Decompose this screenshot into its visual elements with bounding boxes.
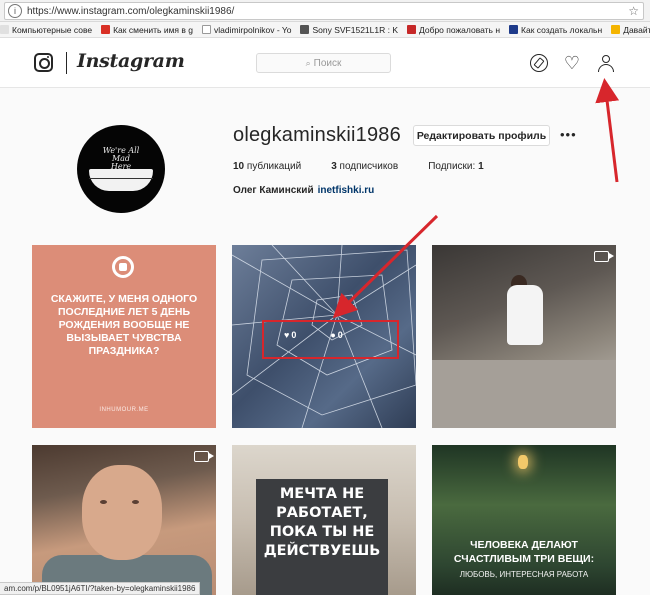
post-quote-text: ЧЕЛОВЕКА ДЕЛАЮТ СЧАСТЛИВЫМ ТРИ ВЕЩИ: [453,539,595,565]
search-input[interactable]: ⌕ Поиск [256,53,391,73]
person-head-shape [602,55,610,63]
post-quote-text: СКАЖИТЕ, У МЕНЯ ОДНОГО ПОСЛЕДНИЕ ЛЕТ 5 Д… [50,293,198,357]
quote-logo-icon [112,256,134,278]
profile-full-name: Олег Каминский inetfishki.ru [233,185,375,196]
posts-count-stat: 10 публикаций [233,161,302,172]
baby-face-shape [82,465,162,560]
bookmark-favicon-icon [407,25,416,34]
profile-username: olegkaminskii1986 [233,124,401,146]
following-stat[interactable]: Подписки: 1 [428,161,483,172]
person-body-shape [598,64,614,72]
post-tile[interactable]: МЕЧТА НЕ РАБОТАЕТ, ПОКА ТЫ НЕ ДЕЙСТВУЕШЬ [232,445,416,595]
bookmark-star-icon[interactable]: ☆ [628,4,639,18]
bookmark-favicon-icon [509,25,519,34]
more-options-icon[interactable]: ••• [560,127,577,142]
url-text[interactable]: https://www.instagram.com/olegkaminskii1… [27,6,628,17]
annotation-highlight-box [262,320,399,359]
post-tile[interactable]: ЧЕЛОВЕКА ДЕЛАЮТ СЧАСТЛИВЫМ ТРИ ВЕЩИ: ЛЮБ… [432,445,616,595]
bookmark-item[interactable]: Добро пожаловать н [407,25,500,35]
bookmark-item[interactable]: Как создать локальн [509,25,602,35]
bookmark-favicon-icon [611,25,621,34]
post-quote-text: МЕЧТА НЕ РАБОТАЕТ, ПОКА ТЫ НЕ ДЕЙСТВУЕШЬ [263,486,381,559]
bookmark-item[interactable]: vladimirpolnikov - Yo [201,25,291,35]
profile-stats: 10 публикаций 3 подписчиков Подписки: 1 [233,161,514,172]
search-icon: ⌕ [305,57,311,68]
instagram-camera-icon[interactable] [34,53,53,72]
activity-heart-icon[interactable]: ♡ [563,54,581,72]
browser-status-bar: am.com/p/BL0951jA6TI/?taken-by=olegkamin… [0,582,201,595]
bookmark-favicon-icon [300,25,310,34]
instagram-wordmark[interactable]: Instagram [77,50,185,72]
bookmark-item[interactable]: Как сменить имя в g [101,25,193,35]
post-watermark: INHUMOUR.ME [99,407,149,413]
avatar-logo-text: We're All Mad Here [102,146,140,171]
followers-stat[interactable]: 3 подписчиков [331,161,398,172]
bookmark-favicon-icon [0,25,9,34]
post-quote-subtext: ЛЮБОВЬ, ИНТЕРЕСНАЯ РАБОТА [459,570,589,579]
bookmarks-bar: Компьютерные сове Как сменить имя в g vl… [0,22,650,38]
post-tile[interactable]: СКАЖИТЕ, У МЕНЯ ОДНОГО ПОСЛЕДНИЕ ЛЕТ 5 Д… [32,245,216,428]
avatar[interactable]: We're All Mad Here [77,125,165,213]
site-info-icon[interactable]: i [8,4,22,18]
child-figure-shape [507,285,543,345]
profile-website-link[interactable]: inetfishki.ru [318,185,375,196]
logo-divider [66,52,67,74]
profile-person-icon[interactable] [597,54,615,72]
bookmark-favicon-icon [101,25,111,34]
post-tile[interactable] [432,245,616,428]
bookmark-item[interactable]: Sony SVF1521L1R : K [300,25,398,35]
explore-compass-icon[interactable] [530,54,548,72]
browser-address-bar: i https://www.instagram.com/olegkaminski… [0,0,650,22]
post-tile[interactable] [32,445,216,595]
bookmark-item[interactable]: Компьютерные сове [0,25,92,35]
video-icon [194,451,214,462]
baby-eye-shape [100,500,107,504]
arrow-to-profile-icon [595,78,620,183]
bookmark-favicon-icon [201,25,211,34]
lantern-light-shape [518,455,528,469]
cheshire-grin-shape [89,169,153,191]
baby-eye-shape [132,500,139,504]
video-icon [594,251,614,262]
instagram-header: Instagram ⌕ Поиск ♡ [0,38,650,88]
bookmark-item[interactable]: Давайте знакомить [611,25,650,35]
edit-profile-button[interactable]: Редактировать профиль [413,125,550,146]
search-placeholder: Поиск [313,57,342,69]
floor-shape [432,360,616,428]
url-field[interactable]: i https://www.instagram.com/olegkaminski… [4,2,644,20]
